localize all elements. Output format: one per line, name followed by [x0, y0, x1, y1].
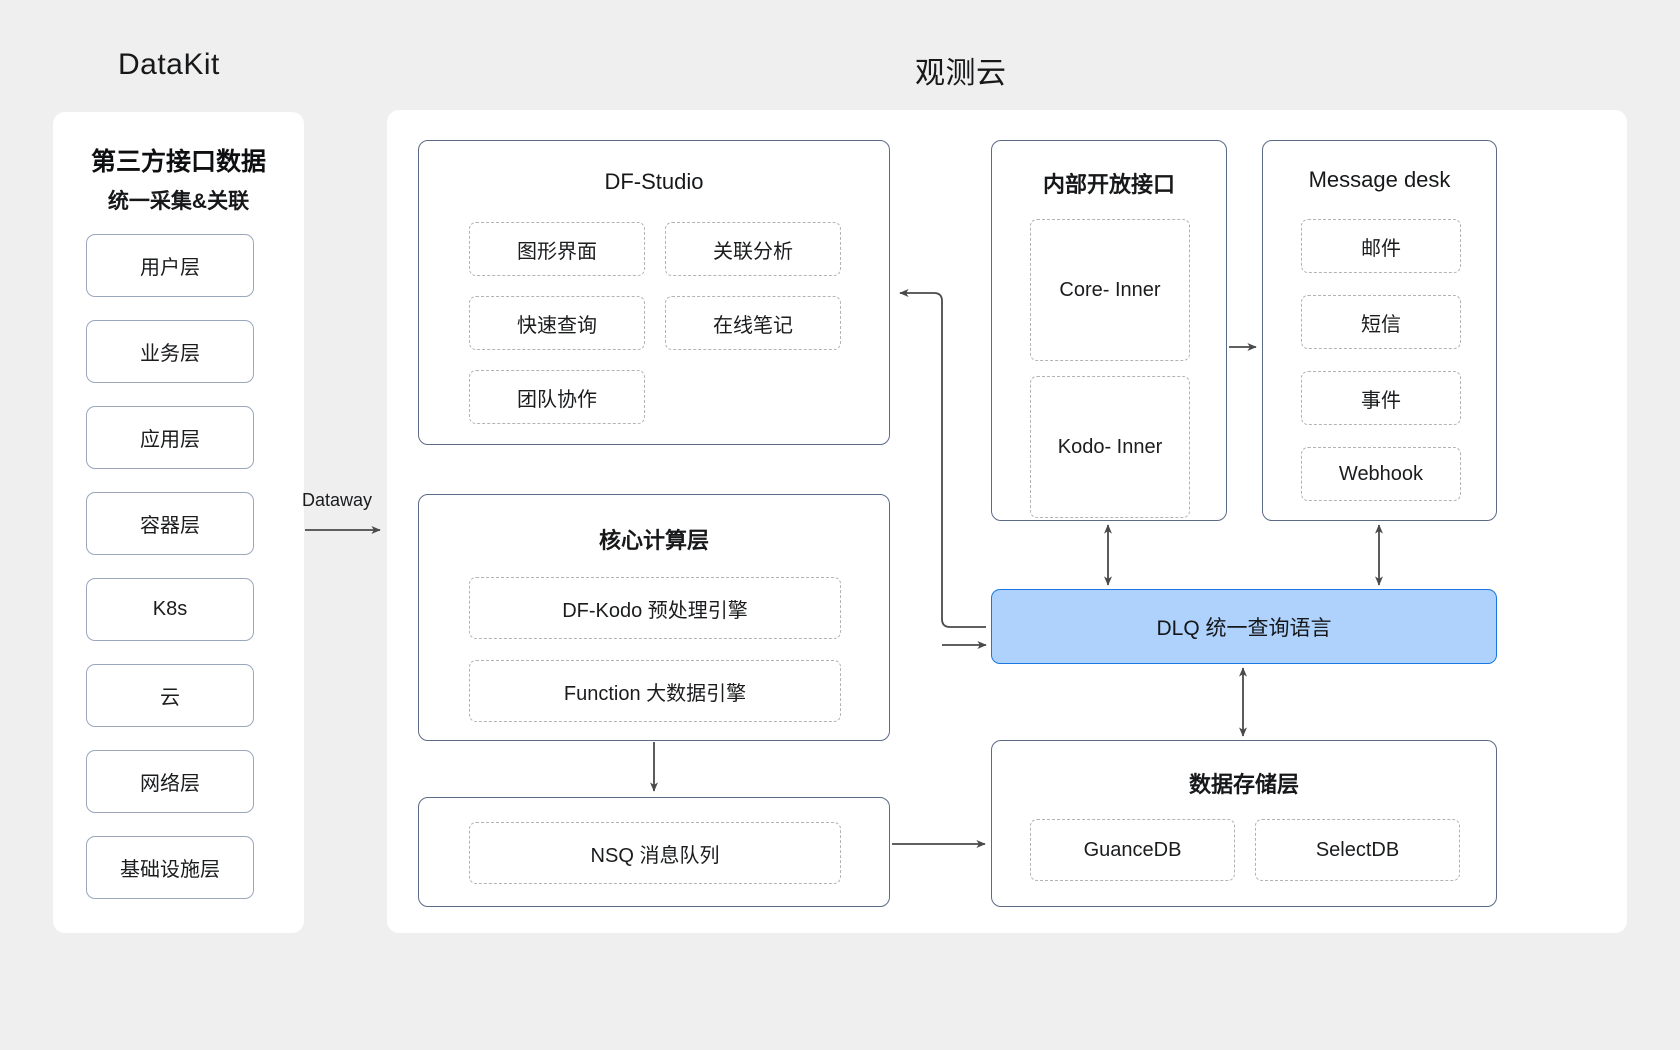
inner-api-item-core-inner[interactable]: Core- Inner [1030, 219, 1190, 361]
sidebar-item-application-layer[interactable]: 应用层 [86, 406, 254, 469]
sidebar-item-container-layer[interactable]: 容器层 [86, 492, 254, 555]
sidebar-item-k8s[interactable]: K8s [86, 578, 254, 641]
inner-api-title: 内部开放接口 [1042, 172, 1175, 197]
message-desk-item-event[interactable]: 事件 [1301, 371, 1461, 425]
core-compute-item-df-kodo[interactable]: DF-Kodo 预处理引擎 [469, 577, 841, 639]
df-studio-item-team-collaboration[interactable]: 团队协作 [469, 370, 645, 424]
sidebar-item-business-layer[interactable]: 业务层 [86, 320, 254, 383]
storage-item-guancedb[interactable]: GuanceDB [1030, 819, 1235, 881]
core-compute-item-function[interactable]: Function 大数据引擎 [469, 660, 841, 722]
message-desk-title: Message desk [1308, 167, 1451, 192]
inner-api-item-kodo-inner[interactable]: Kodo- Inner [1030, 376, 1190, 518]
datakit-panel: 第三方接口数据 统一采集&关联 用户层 业务层 应用层 容器层 K8s 云 网络… [53, 112, 304, 933]
sidebar-heading: 第三方接口数据 [90, 148, 266, 176]
df-studio-title: DF-Studio [604, 169, 704, 194]
nsq-item-message-queue[interactable]: NSQ 消息队列 [469, 822, 841, 884]
sidebar-subheading: 统一采集&关联 [107, 190, 250, 213]
storage-item-selectdb[interactable]: SelectDB [1255, 819, 1460, 881]
message-desk-item-webhook[interactable]: Webhook [1301, 447, 1461, 501]
core-compute-title: 核心计算层 [598, 528, 709, 553]
storage-group: 数据存储层 GuanceDB SelectDB [991, 740, 1497, 907]
df-studio-item-quick-query[interactable]: 快速查询 [469, 296, 645, 350]
message-desk-item-sms[interactable]: 短信 [1301, 295, 1461, 349]
page-title-guance: 观测云 [915, 57, 1007, 90]
sidebar-item-user-layer[interactable]: 用户层 [86, 234, 254, 297]
core-compute-group: 核心计算层 DF-Kodo 预处理引擎 Function 大数据引擎 [418, 494, 890, 741]
df-studio-item-online-notes[interactable]: 在线笔记 [665, 296, 841, 350]
df-studio-item-graphic-ui[interactable]: 图形界面 [469, 222, 645, 276]
sidebar-item-infrastructure-layer[interactable]: 基础设施层 [86, 836, 254, 899]
message-desk-item-email[interactable]: 邮件 [1301, 219, 1461, 273]
sidebar-item-cloud[interactable]: 云 [86, 664, 254, 727]
diagram-canvas: DataKit 观测云 第三方接口数据 统一采集&关联 用户层 业务层 应用层 … [0, 0, 1680, 1050]
dlq-query-language-box[interactable]: DLQ 统一查询语言 [991, 589, 1497, 664]
page-title-datakit: DataKit [118, 48, 220, 81]
inner-api-group: 内部开放接口 Core- Inner Kodo- Inner [991, 140, 1227, 521]
storage-title: 数据存储层 [1188, 772, 1299, 797]
df-studio-group: DF-Studio 图形界面 关联分析 快速查询 在线笔记 团队协作 [418, 140, 890, 445]
sidebar-item-network-layer[interactable]: 网络层 [86, 750, 254, 813]
df-studio-item-correlation-analysis[interactable]: 关联分析 [665, 222, 841, 276]
dataway-connector-label: Dataway [302, 490, 373, 510]
message-desk-group: Message desk 邮件 短信 事件 Webhook [1262, 140, 1497, 521]
nsq-group: NSQ 消息队列 [418, 797, 890, 907]
